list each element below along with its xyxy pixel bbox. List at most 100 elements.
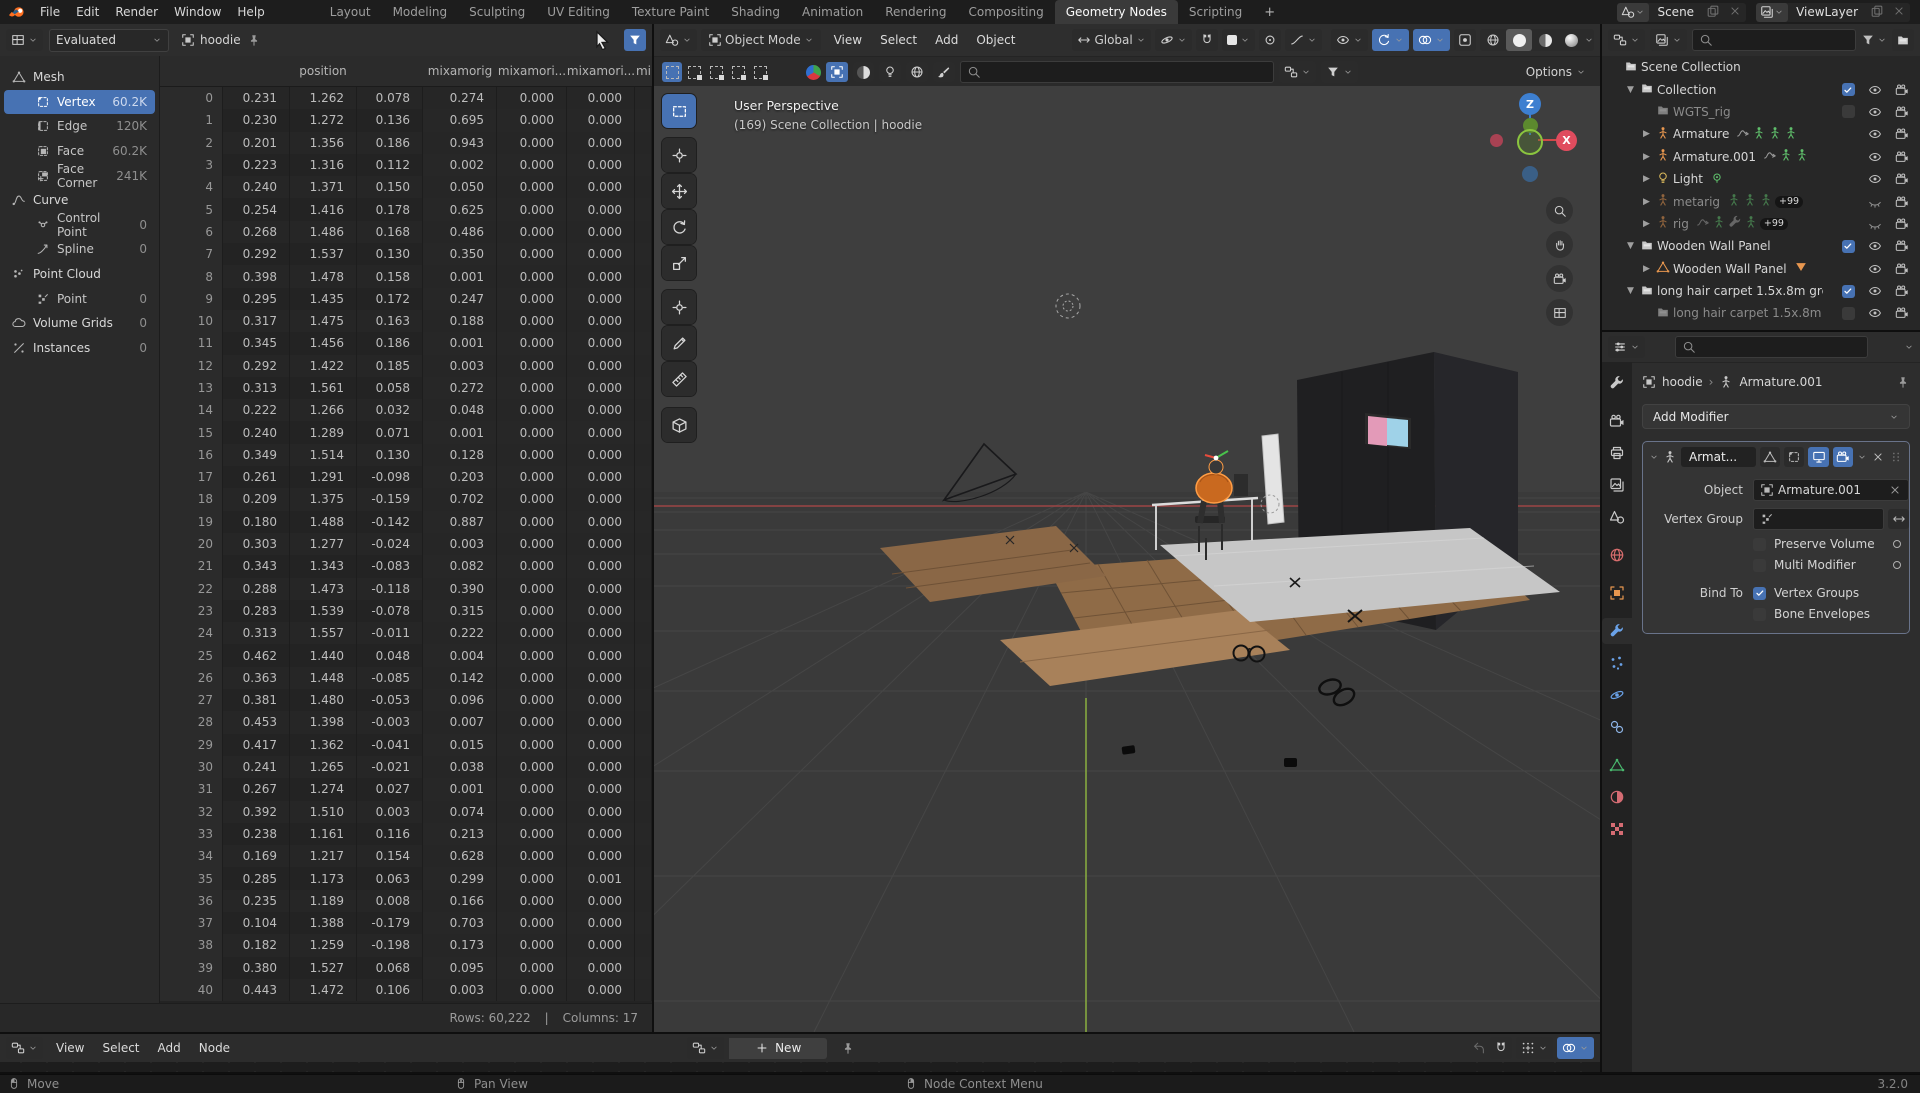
outliner-display-mode[interactable] — [1650, 29, 1687, 51]
drag-handle-icon[interactable] — [1889, 450, 1903, 464]
dataset-instances[interactable]: Instances 0 — [4, 336, 155, 361]
node-editor-type-button[interactable] — [6, 1037, 43, 1059]
blender-logo-icon[interactable] — [8, 4, 26, 20]
column-mixamorig[interactable]: mixamorig — [423, 56, 497, 86]
table-row[interactable]: 100.3171.4750.1630.1880.0000.000 — [160, 310, 652, 332]
table-row[interactable]: 80.3981.4780.1580.0010.0000.000 — [160, 265, 652, 287]
tool-rotate[interactable] — [662, 210, 696, 244]
tab-texture-paint[interactable]: Texture Paint — [621, 0, 720, 24]
tab-tool[interactable] — [1602, 370, 1632, 396]
viewport-menu-select[interactable]: Select — [871, 30, 926, 50]
column-mixamorig-2[interactable]: mixamori... — [497, 56, 567, 86]
table-row[interactable]: 350.2851.1730.0630.2990.0000.001 — [160, 867, 652, 889]
shading-solid[interactable] — [1506, 29, 1532, 51]
node-snap-target-dropdown[interactable] — [1516, 1037, 1553, 1059]
shading-rendered[interactable] — [1558, 29, 1584, 51]
table-row[interactable]: 60.2681.4860.1680.4860.0000.000 — [160, 221, 652, 243]
tab-geometry-nodes[interactable]: Geometry Nodes — [1055, 0, 1178, 24]
eye-icon[interactable] — [1863, 172, 1887, 186]
multi-modifier-checkbox[interactable] — [1753, 559, 1766, 572]
table-row[interactable]: 390.3801.5270.0680.0950.0000.000 — [160, 957, 652, 979]
tab-rendering[interactable]: Rendering — [874, 0, 957, 24]
tab-compositing[interactable]: Compositing — [957, 0, 1054, 24]
pan-button[interactable] — [1546, 231, 1573, 258]
dataset-curve[interactable]: Curve — [4, 188, 155, 213]
tab-physics[interactable] — [1602, 682, 1632, 708]
shading-dropdown-icon[interactable] — [1584, 35, 1594, 45]
tab-modeling[interactable]: Modeling — [382, 0, 459, 24]
collection-checkbox[interactable] — [1842, 240, 1855, 253]
collection-visibility-dropdown[interactable] — [1279, 61, 1316, 83]
dataset-mesh[interactable]: Mesh — [4, 65, 155, 90]
outliner-item-light[interactable]: ▶ Light — [1602, 168, 1920, 190]
outliner-item-long-hair-carpet-1-5x-8m-grey[interactable]: ▼ long hair carpet 1.5x.8m grey — [1602, 280, 1920, 302]
tab-sculpting[interactable]: Sculpting — [458, 0, 536, 24]
properties-editor-type-button[interactable] — [1608, 336, 1645, 358]
dataset-point-cloud[interactable]: Point Cloud — [4, 262, 155, 287]
tab-object[interactable] — [1602, 580, 1632, 606]
vertex-groups-checkbox[interactable] — [1753, 587, 1766, 600]
shading-wireframe[interactable] — [1480, 29, 1506, 51]
viewport-canvas[interactable]: User Perspective (169) Scene Collection … — [654, 86, 1600, 1032]
viewlayer-selector[interactable]: ViewLayer — [1756, 3, 1910, 22]
eye-icon[interactable] — [1863, 127, 1887, 141]
table-row[interactable]: 290.4171.362-0.0410.0150.0000.000 — [160, 734, 652, 756]
shading-ball-icon[interactable] — [853, 62, 874, 82]
gizmo-x-neg-ball[interactable] — [1490, 134, 1503, 147]
table-row[interactable]: 180.2091.375-0.1590.7020.0000.000 — [160, 488, 652, 510]
tab-render[interactable] — [1602, 408, 1632, 434]
ortho-toggle-button[interactable] — [1546, 299, 1573, 326]
table-row[interactable]: 320.3921.5100.0030.0740.0000.000 — [160, 801, 652, 823]
table-row[interactable]: 120.2921.4220.1850.0030.0000.000 — [160, 355, 652, 377]
expand-icon[interactable]: ▶ — [1640, 174, 1653, 184]
table-row[interactable]: 170.2611.291-0.0980.2030.0000.000 — [160, 466, 652, 488]
viewport-menu-object[interactable]: Object — [967, 30, 1024, 50]
falloff-dropdown[interactable] — [1285, 29, 1322, 51]
realtime-display-toggle[interactable] — [1808, 447, 1828, 467]
collection-checkbox[interactable] — [1842, 105, 1855, 118]
filter-button[interactable] — [624, 29, 646, 51]
evaluated-dropdown[interactable]: Evaluated — [49, 29, 169, 52]
dataset-edge[interactable]: Edge 120K — [4, 114, 155, 139]
render-display-toggle[interactable] — [1833, 447, 1853, 467]
table-row[interactable]: 260.3631.448-0.0850.1420.0000.000 — [160, 667, 652, 689]
menu-file[interactable]: File — [32, 3, 68, 21]
outliner-filter-dropdown[interactable] — [1861, 33, 1887, 47]
node-menu-node[interactable]: Node — [190, 1038, 239, 1058]
shading-material[interactable] — [1532, 29, 1558, 51]
viewport-search-input[interactable] — [981, 64, 1245, 80]
tab-particles[interactable] — [1602, 650, 1632, 676]
table-row[interactable]: 10.2301.2720.1360.6950.0000.000 — [160, 109, 652, 131]
overlays-dropdown[interactable] — [1413, 29, 1450, 51]
outliner-item-metarig[interactable]: ▶ metarig +99 — [1602, 190, 1920, 212]
viewlayer-remove-icon[interactable] — [1888, 4, 1910, 21]
table-row[interactable]: 150.2401.2890.0710.0010.0000.000 — [160, 421, 652, 443]
eye-icon[interactable] — [1863, 306, 1887, 320]
column-mixamorig-3[interactable]: mixamori... — [567, 56, 635, 86]
viewport-scene[interactable] — [654, 86, 1600, 1032]
tool-scale[interactable] — [662, 246, 696, 280]
table-row[interactable]: 20.2011.3560.1860.9430.0000.000 — [160, 132, 652, 154]
node-menu-view[interactable]: View — [47, 1038, 93, 1058]
snap-toggle[interactable] — [1196, 29, 1218, 51]
camera-visibility-icon[interactable] — [1890, 150, 1914, 164]
scene-copy-icon[interactable] — [1702, 4, 1724, 21]
camera-visibility-icon[interactable] — [1890, 83, 1914, 97]
table-row[interactable]: 110.3451.4560.1860.0010.0000.000 — [160, 332, 652, 354]
menu-help[interactable]: Help — [229, 3, 272, 21]
tab-view-layer[interactable] — [1602, 472, 1632, 498]
table-row[interactable]: 70.2921.5370.1300.3500.0000.000 — [160, 243, 652, 265]
close-modifier-icon[interactable] — [1871, 450, 1885, 464]
visibility-dropdown[interactable] — [1331, 29, 1368, 51]
snap-target-dropdown[interactable] — [1222, 29, 1255, 51]
tab-object-data[interactable] — [1602, 752, 1632, 778]
eye-icon[interactable] — [1863, 284, 1887, 298]
tab-uv-editing[interactable]: UV Editing — [536, 0, 621, 24]
expand-icon[interactable]: ▼ — [1624, 85, 1637, 95]
tab-output[interactable] — [1602, 440, 1632, 466]
pin-icon[interactable] — [247, 33, 261, 47]
tool-measure[interactable] — [662, 362, 696, 396]
column-mixamorig-4[interactable]: mi — [635, 56, 652, 86]
column-position[interactable]: position — [223, 56, 423, 86]
table-row[interactable]: 220.2881.473-0.1180.3900.0000.000 — [160, 578, 652, 600]
